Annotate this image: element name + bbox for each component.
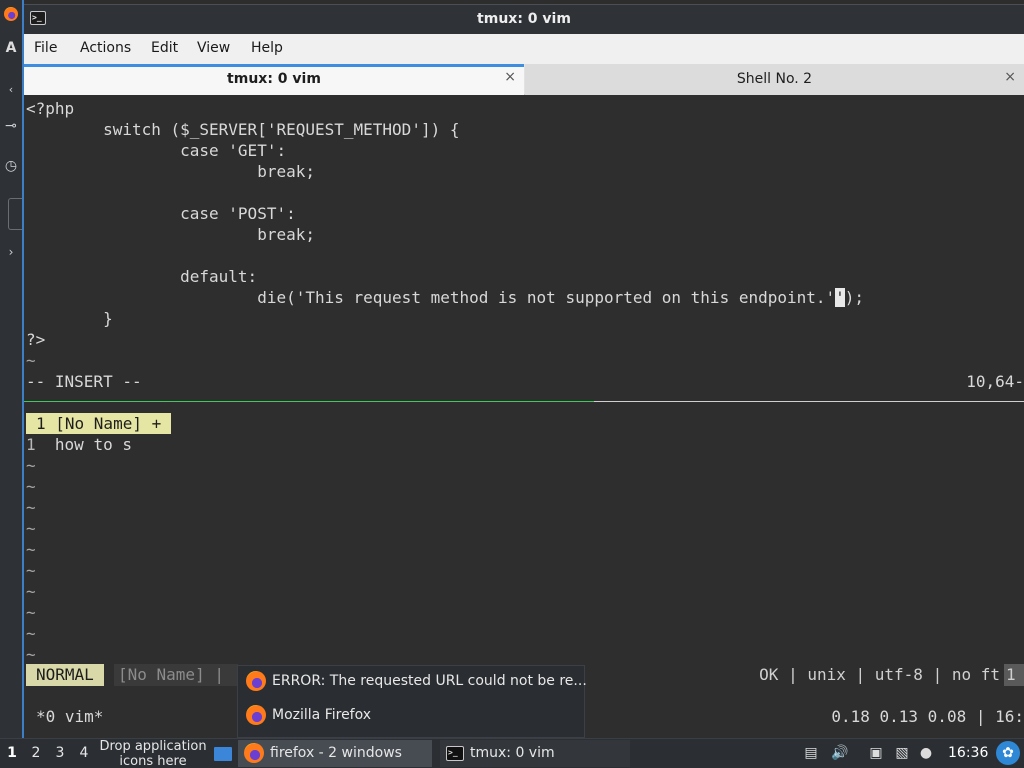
chevron-right-icon[interactable]: ›: [0, 242, 22, 262]
notes-icon[interactable]: ▧: [893, 742, 911, 764]
status-buffer: [No Name] |: [114, 664, 238, 686]
cursor-position: 10,64-: [966, 372, 1024, 391]
empty-line-marker: ~: [26, 603, 36, 622]
terminal-content[interactable]: <?php switch ($_SERVER['REQUEST_METHOD']…: [24, 95, 1024, 738]
code-line: }: [26, 309, 113, 328]
empty-line-marker: ~: [26, 456, 36, 475]
code-line: break;: [26, 162, 315, 181]
firefox-window-list-popup: ERROR: The requested URL could not be re…: [237, 665, 587, 738]
chevron-left-icon[interactable]: ‹: [0, 80, 22, 100]
popup-window-title: Mozilla Firefox: [272, 707, 372, 723]
code-line: case 'GET':: [26, 141, 287, 160]
workspace-1[interactable]: 1: [5, 745, 19, 761]
window-title: tmux: 0 vim: [477, 11, 571, 27]
show-desktop-icon[interactable]: [214, 747, 232, 761]
notification-icon[interactable]: ●: [918, 742, 934, 764]
empty-line-marker: ~: [26, 351, 36, 370]
empty-line-marker: ~: [26, 624, 36, 643]
status-file-info: OK | unix | utf-8 | no ft: [759, 665, 1000, 684]
empty-line-marker: ~: [26, 645, 36, 664]
clipboard-icon[interactable]: ▤: [802, 742, 820, 764]
tmux-load-average: 0.18 0.13 0.08 | 16:: [831, 707, 1024, 726]
clock[interactable]: 16:36: [948, 745, 988, 761]
menubar: File Actions Edit View Help: [24, 34, 1024, 64]
tab-label: Shell No. 2: [736, 71, 813, 87]
popup-window-title: ERROR: The requested URL could not be re…: [272, 673, 587, 689]
popup-window-firefox[interactable]: Mozilla Firefox: [246, 705, 371, 729]
menu-file[interactable]: File: [34, 40, 57, 56]
text-cursor: ': [835, 288, 845, 307]
start-menu-icon[interactable]: ✿: [996, 741, 1020, 765]
network-icon[interactable]: ▣: [866, 742, 886, 764]
pane-divider-active: [24, 401, 594, 402]
empty-line-marker: ~: [26, 582, 36, 601]
firefox-icon: [246, 671, 266, 691]
task-label: tmux: 0 vim: [470, 745, 555, 761]
popup-window-error[interactable]: ERROR: The requested URL could not be re…: [246, 671, 587, 695]
window-titlebar[interactable]: >_ tmux: 0 vim: [24, 4, 1024, 34]
task-terminal[interactable]: >_ tmux: 0 vim: [440, 740, 630, 767]
workspace-4[interactable]: 4: [77, 745, 91, 761]
line-number: 1: [26, 435, 36, 454]
firefox-icon: [246, 705, 266, 725]
menu-view[interactable]: View: [197, 40, 230, 56]
close-icon[interactable]: ×: [1004, 69, 1016, 85]
code-line: ?>: [26, 330, 46, 349]
history-icon[interactable]: ◷: [0, 156, 22, 176]
tab-bar: tmux: 0 vim × Shell No. 2 ×: [24, 64, 1024, 95]
code-text: );: [844, 288, 865, 307]
workspace-2[interactable]: 2: [29, 745, 43, 761]
workspace-3[interactable]: 3: [53, 745, 67, 761]
terminal-window: >_ tmux: 0 vim File Actions Edit View He…: [22, 0, 1024, 738]
desktop-left-strip: A ‹ ⊸ ◷ ›: [0, 0, 22, 738]
empty-line-marker: ~: [26, 519, 36, 538]
empty-line-marker: ~: [26, 498, 36, 517]
desktop-a-letter-icon: A: [5, 40, 17, 56]
empty-line-marker: ~: [26, 540, 36, 559]
tab-tmux-vim[interactable]: tmux: 0 vim ×: [24, 64, 524, 95]
code-text: die('This request method is not supporte…: [26, 288, 836, 307]
code-line: case 'POST':: [26, 204, 296, 223]
task-firefox[interactable]: firefox - 2 windows: [238, 740, 432, 767]
code-line-cursor: die('This request method is not supporte…: [26, 287, 864, 308]
tab-shell-2[interactable]: Shell No. 2 ×: [525, 64, 1024, 95]
line-text: how to s: [35, 435, 132, 454]
vim-mode-indicator: -- INSERT --: [26, 372, 142, 391]
buffer-line: 1 how to s: [26, 434, 132, 455]
terminal-icon: >_: [446, 745, 464, 761]
code-line: <?php: [26, 99, 75, 118]
empty-line-marker: ~: [26, 477, 36, 496]
volume-icon[interactable]: 🔊: [830, 742, 850, 764]
code-line: switch ($_SERVER['REQUEST_METHOD']) {: [26, 120, 460, 139]
tab-label: tmux: 0 vim: [227, 71, 321, 87]
menu-actions[interactable]: Actions: [80, 40, 131, 56]
empty-line-marker: ~: [26, 561, 36, 580]
task-label: firefox - 2 windows: [270, 745, 402, 761]
plug-icon: ⊸: [5, 118, 17, 134]
firefox-icon: [244, 743, 264, 763]
firefox-icon[interactable]: [0, 4, 22, 24]
desktop-panel-edge: [8, 198, 22, 230]
menu-edit[interactable]: Edit: [151, 40, 178, 56]
status-mode: NORMAL: [26, 664, 104, 686]
taskbar: 1 2 3 4 Drop application icons here fire…: [0, 738, 1024, 768]
status-end: 1: [1004, 664, 1024, 686]
code-line: default:: [26, 267, 258, 286]
tmux-window-list[interactable]: *0 vim*: [36, 706, 103, 727]
quicklaunch-drop-hint: Drop application icons here: [99, 739, 207, 768]
close-icon[interactable]: ×: [504, 69, 516, 85]
code-line: break;: [26, 225, 315, 244]
menu-help[interactable]: Help: [251, 40, 283, 56]
vim-tabline[interactable]: 1 [No Name] +: [26, 413, 172, 434]
